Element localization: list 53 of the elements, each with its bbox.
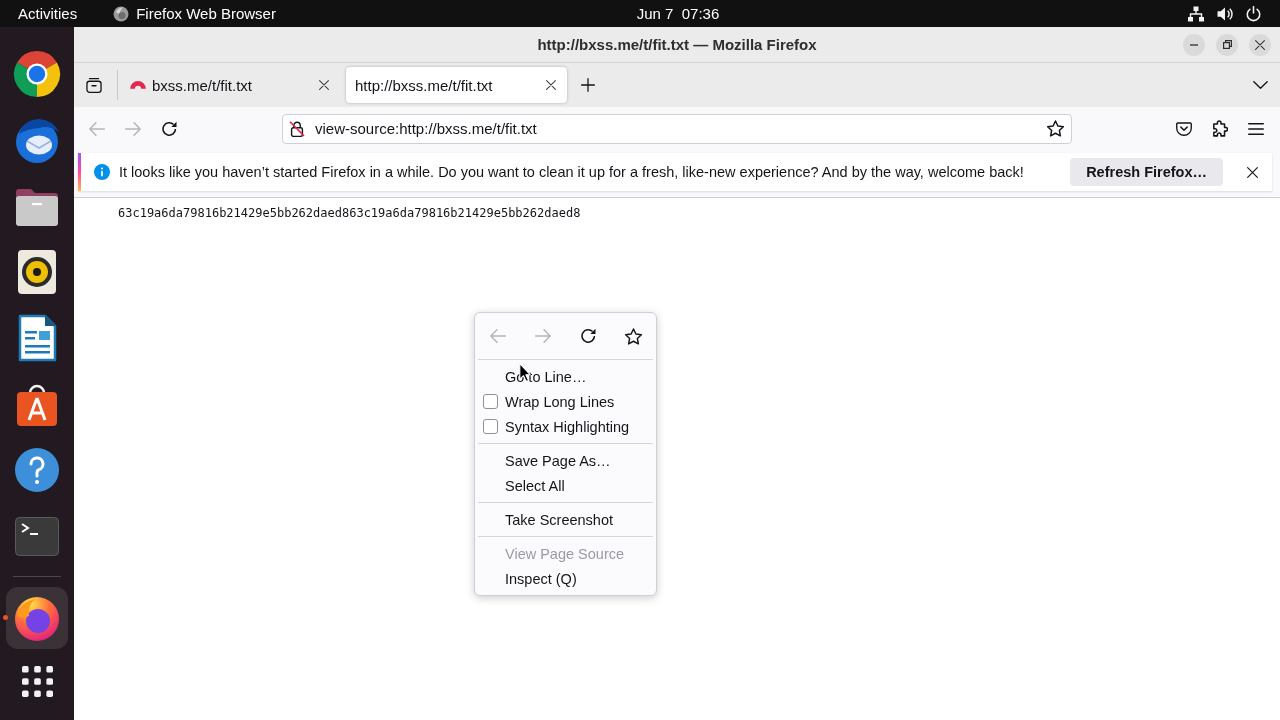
menu-item[interactable]: Syntax Highlighting — [475, 414, 656, 439]
star-icon — [624, 327, 642, 345]
activities-button[interactable]: Activities — [18, 5, 78, 22]
close-icon — [319, 80, 329, 90]
browser-icon — [113, 5, 130, 22]
clock[interactable]: Jun 7 07:36 — [560, 5, 720, 22]
close-icon — [546, 80, 556, 90]
menu-item[interactable]: Inspect (Q) — [475, 566, 656, 591]
info-icon — [94, 164, 110, 180]
arrow-left-icon — [490, 329, 506, 343]
menu-icon — [1248, 122, 1264, 135]
crossed-lock-icon[interactable] — [289, 120, 305, 137]
plus-icon — [581, 78, 595, 92]
browser-icon — [13, 594, 61, 642]
chevron-down-icon — [1252, 81, 1268, 89]
window-title: http://bxss.me/t/fit.txt — Mozilla Firefox — [537, 36, 817, 53]
close-window-button[interactable] — [1249, 33, 1271, 56]
minimize-button[interactable] — [1183, 33, 1205, 56]
close-icon — [1255, 39, 1265, 50]
app-grid-icon — [21, 665, 53, 697]
menu-item[interactable]: Wrap Long Lines — [475, 389, 656, 414]
reload-icon — [580, 328, 596, 344]
minimize-icon — [1190, 43, 1198, 46]
tab[interactable]: http://bxss.me/t/fit.txt — [346, 67, 567, 103]
address-field[interactable]: view-source:http://bxss.me/t/fit.txt — [282, 113, 1072, 144]
reload-icon — [161, 120, 177, 137]
notification-message: It looks like you haven’t started Firefox in a while. Do you want to clean it up for a fresh, like-new experience? And by the way, welcome back! — [119, 164, 1024, 180]
arrow-left-icon — [89, 121, 105, 136]
menu-item[interactable]: Save Page As… — [475, 448, 656, 473]
mail-icon — [13, 116, 61, 164]
arrow-right-icon — [125, 121, 141, 136]
star-icon — [1046, 120, 1064, 137]
dock-app-button[interactable] — [6, 587, 68, 649]
browser-icon — [13, 50, 61, 98]
source-text-line: 63c19a6da79816b21429e5bb262daed863c19a6da79816b21429e5bb262daed8 — [118, 205, 581, 221]
refresh-firefox-button[interactable]: Refresh Firefox… — [1070, 158, 1223, 186]
power-icon[interactable] — [1246, 5, 1261, 22]
tab[interactable]: bxss.me/t/fit.txt — [118, 67, 340, 103]
checkbox[interactable] — [483, 394, 498, 409]
help-icon — [13, 446, 61, 494]
maximize-button[interactable] — [1216, 33, 1238, 56]
menu-item[interactable]: Select All — [475, 473, 656, 498]
menu-item[interactable]: Take Screenshot — [475, 507, 656, 532]
tab-list-icon — [86, 77, 102, 93]
volume-icon[interactable] — [1217, 6, 1233, 21]
checkbox[interactable] — [483, 419, 498, 434]
network-icon[interactable] — [1188, 5, 1204, 22]
puzzle-icon — [1212, 120, 1228, 137]
arrow-right-icon — [535, 329, 551, 343]
restore-icon — [1222, 40, 1232, 49]
pocket-icon — [1176, 121, 1192, 136]
close-icon — [1246, 166, 1258, 178]
app-menu[interactable]: Firefox Web Browser — [113, 5, 276, 22]
